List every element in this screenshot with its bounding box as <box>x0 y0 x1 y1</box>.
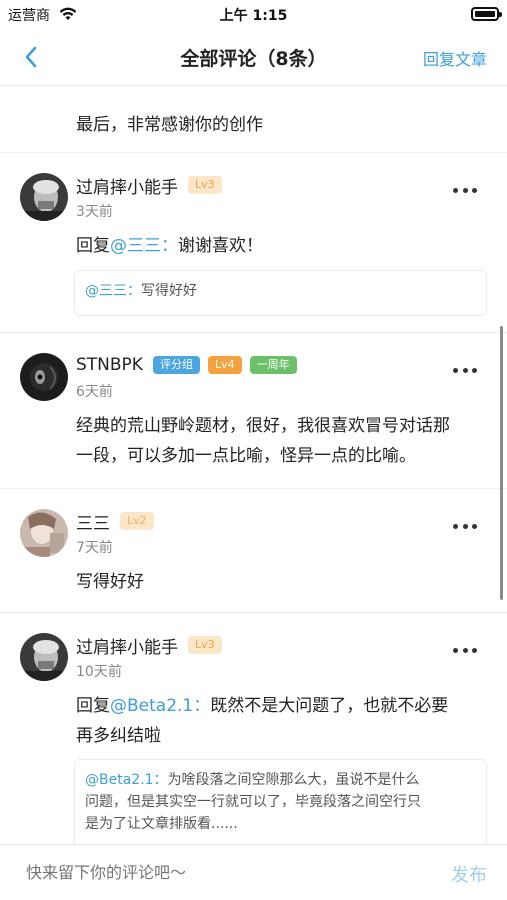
mention-link[interactable]: @Beta2.1： <box>110 696 210 716</box>
quote-user: @Beta2.1： <box>85 772 168 788</box>
avatar[interactable] <box>20 633 68 681</box>
comment-content: 谢谢喜欢！ <box>178 236 263 256</box>
level-badge: Lv3 <box>188 176 222 194</box>
avatar[interactable] <box>20 173 68 221</box>
comment-header: 三三 Lv2 <box>76 508 162 534</box>
avatar[interactable] <box>20 353 68 401</box>
username[interactable]: 过肩摔小能手 <box>76 173 178 198</box>
quote-user: @三三： <box>85 283 141 299</box>
comment-time: 7天前 <box>76 540 113 556</box>
comment-text: 回复@三三：谢谢喜欢！ <box>76 231 487 261</box>
comment-time: 6天前 <box>76 384 113 400</box>
quote-line: @Beta2.1：为啥段落之间空隙那么大，虽说不是什么 <box>85 769 476 791</box>
reply-article-button[interactable]: 回复文章 <box>423 46 487 70</box>
quoted-comment[interactable]: @Beta2.1：为啥段落之间空隙那么大，虽说不是什么 问题，但是其实空一行就可… <box>74 759 487 844</box>
comment-header: STNBPK 评分组 Lv4 一周年 <box>76 352 305 378</box>
comment-item: 过肩摔小能手 Lv3 3天前 回复@三三：谢谢喜欢！ @三三：写得好好 <box>0 153 507 333</box>
comment-header: 过肩摔小能手 Lv3 <box>76 632 230 658</box>
comment-text-tail: 最后，非常感谢你的创作 <box>76 115 263 135</box>
comment-text: 写得好好 <box>76 572 144 592</box>
comment-input-bar: 发布 <box>0 844 507 900</box>
quote-line: 问题，但是其实空一行就可以了，毕竟段落之间空行只 <box>85 794 421 810</box>
level-badge: Lv4 <box>207 356 242 374</box>
comment-time: 10天前 <box>76 664 122 680</box>
publish-button[interactable]: 发布 <box>451 861 487 887</box>
username[interactable]: 过肩摔小能手 <box>76 633 178 658</box>
comment-content: 既然不是大问题了，也就不必要 <box>210 696 449 716</box>
battery-icon <box>471 7 502 21</box>
username[interactable]: STNBPK <box>76 355 143 375</box>
scrollbar[interactable] <box>500 326 503 600</box>
avatar[interactable] <box>20 509 68 557</box>
anniversary-badge: 一周年 <box>249 356 297 374</box>
comment-list[interactable]: 最后，非常感谢你的创作 过肩摔小能手 Lv3 3天前 回复@三三：谢谢喜欢！ @… <box>0 86 507 844</box>
comment-line: 回复@Beta2.1：既然不是大问题了，也就不必要 <box>76 691 487 721</box>
mention-link[interactable]: @三三： <box>110 236 178 256</box>
username[interactable]: 三三 <box>76 509 110 534</box>
status-bar: 运营商 上午 1:15 <box>0 0 507 28</box>
status-time: 上午 1:15 <box>219 8 288 24</box>
comment-line: 再多纠结啦 <box>76 726 161 746</box>
reply-prefix: 回复 <box>76 696 110 716</box>
comment-input[interactable] <box>26 863 406 882</box>
level-badge: Lv3 <box>188 636 222 654</box>
role-badge: 评分组 <box>152 356 200 374</box>
comment-header: 过肩摔小能手 Lv3 <box>76 172 230 198</box>
more-dots-icon[interactable] <box>453 185 477 195</box>
quote-line: 是为了让文章排版看...... <box>85 816 238 832</box>
comment-item: STNBPK 评分组 Lv4 一周年 6天前 经典的荒山野岭题材，很好，我很喜欢… <box>0 333 507 489</box>
comment-item: 过肩摔小能手 Lv3 10天前 回复@Beta2.1：既然不是大问题了，也就不必… <box>0 613 507 844</box>
comment-line: 一段，可以多加一点比喻，怪异一点的比喻。 <box>76 446 416 466</box>
comment-time: 3天前 <box>76 204 113 220</box>
nav-bar: 全部评论（8条） 回复文章 <box>0 28 507 86</box>
comment-item: 三三 Lv2 7天前 写得好好 <box>0 489 507 613</box>
quote-text: 为啥段落之间空隙那么大，虽说不是什么 <box>167 772 420 788</box>
more-dots-icon[interactable] <box>453 365 477 375</box>
quoted-comment[interactable]: @三三：写得好好 <box>74 270 487 316</box>
more-dots-icon[interactable] <box>453 521 477 531</box>
more-dots-icon[interactable] <box>453 645 477 655</box>
level-badge: Lv2 <box>120 512 154 530</box>
comment-text: 回复@Beta2.1：既然不是大问题了，也就不必要 再多纠结啦 <box>76 691 487 751</box>
comment-line: 经典的荒山野岭题材，很好，我很喜欢冒号对话那 <box>76 416 450 436</box>
comment-text: 经典的荒山野岭题材，很好，我很喜欢冒号对话那 一段，可以多加一点比喻，怪异一点的… <box>76 411 487 471</box>
reply-prefix: 回复 <box>76 236 110 256</box>
quote-text: 写得好好 <box>141 283 197 299</box>
